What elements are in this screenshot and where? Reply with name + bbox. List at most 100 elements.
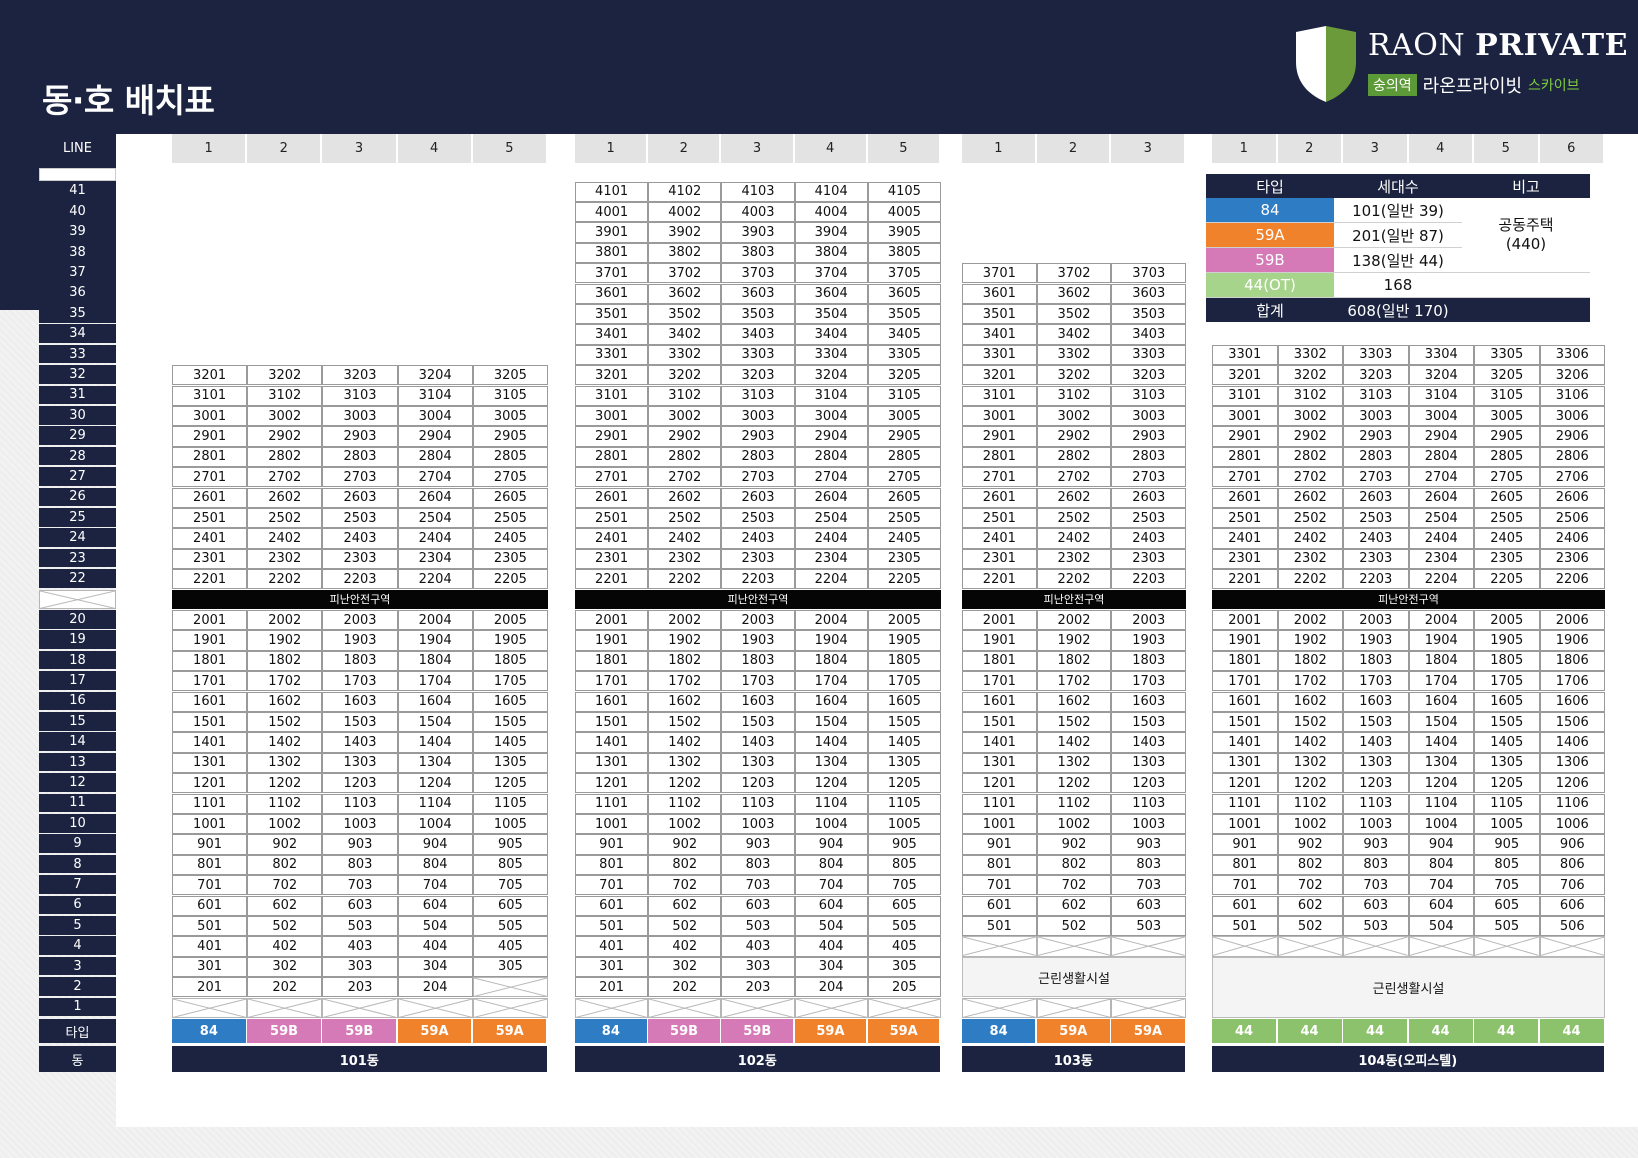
unit-cell: 603	[721, 895, 795, 916]
unit-cell: 3202	[648, 365, 722, 386]
unit-cell: 1304	[397, 752, 473, 774]
unit-cell: 305	[867, 956, 941, 978]
unit-cell: 1004	[794, 813, 868, 835]
floor-label: 18	[39, 650, 116, 670]
unit-cell: 1302	[1036, 752, 1112, 774]
unit-cell: 1301	[962, 752, 1037, 774]
unit-cell: 3701	[962, 263, 1037, 284]
unit-cell: 2205	[867, 569, 941, 590]
unit-cell: 4102	[648, 181, 722, 202]
unit-cell: 1803	[721, 650, 795, 672]
unit-cell: 2305	[472, 548, 548, 570]
unit-cell: 605	[1474, 895, 1540, 916]
unit-cell: 1301	[575, 752, 649, 774]
building-name: 104동(오피스텔)	[1212, 1046, 1604, 1072]
unit-cell: 3602	[648, 283, 722, 304]
unit-cell: 902	[247, 834, 323, 855]
unit-cell: 3005	[867, 405, 941, 427]
unit-cell: 2401	[962, 528, 1037, 549]
unit-cell: 2203	[1111, 569, 1187, 590]
unit-type-cell: 44	[1539, 1019, 1604, 1043]
unit-cell: 3001	[962, 405, 1037, 427]
unit-cell: 903	[322, 834, 398, 855]
summary-header-type: 타입	[1206, 174, 1334, 198]
unit-cell: 2801	[1212, 446, 1278, 468]
unit-cell: 2404	[397, 528, 473, 549]
summary-note-empty	[1462, 272, 1590, 298]
empty-unit-cell	[322, 997, 398, 1018]
unit-cell: 804	[397, 854, 473, 876]
unit-cell: 1501	[1212, 711, 1278, 733]
unit-cell: 1603	[721, 691, 795, 712]
unit-cell: 2604	[794, 487, 868, 508]
unit-cell: 2005	[1474, 609, 1540, 631]
unit-cell: 3103	[721, 385, 795, 406]
unit-cell: 2702	[247, 467, 323, 488]
unit-cell: 1005	[1474, 813, 1540, 835]
unit-cell: 2201	[1212, 569, 1278, 590]
floor-label: 24	[39, 528, 116, 548]
unit-cell: 1601	[1212, 691, 1278, 712]
unit-cell: 501	[962, 915, 1037, 937]
unit-cell: 4005	[867, 201, 941, 223]
unit-cell: 2404	[794, 528, 868, 549]
floor-label: 1	[39, 997, 116, 1017]
unit-cell: 2204	[1408, 569, 1474, 590]
unit-cell: 1303	[1111, 752, 1187, 774]
unit-cell: 1303	[1343, 752, 1409, 774]
summary-table: 타입 세대수 비고 84 101(일반 39) 공동주택 (440) 59A 20…	[1206, 174, 1590, 322]
line-number-header: 3	[322, 134, 396, 163]
unit-cell: 1401	[1212, 732, 1278, 753]
refuge-safety-zone: 피난안전구역	[575, 589, 941, 609]
unit-cell: 2802	[1277, 446, 1343, 468]
unit-cell: 3804	[794, 242, 868, 264]
unit-cell: 2302	[648, 548, 722, 570]
unit-cell: 1103	[1343, 793, 1409, 814]
unit-cell: 3003	[1343, 405, 1409, 427]
unit-cell: 906	[1539, 834, 1605, 855]
unit-cell: 3301	[575, 344, 649, 366]
unit-cell: 1101	[172, 793, 248, 814]
unit-cell: 405	[472, 936, 548, 957]
unit-cell: 3102	[247, 385, 323, 406]
unit-cell: 1804	[397, 650, 473, 672]
line-number-header: 6	[1539, 134, 1603, 163]
empty-unit-cell	[794, 997, 868, 1018]
unit-cell: 3802	[648, 242, 722, 264]
unit-cell: 605	[472, 895, 548, 916]
unit-cell: 1203	[721, 773, 795, 794]
unit-cell: 1504	[1408, 711, 1474, 733]
unit-cell: 1004	[397, 813, 473, 835]
unit-cell: 502	[1277, 915, 1343, 937]
floor-label: 37	[39, 263, 116, 282]
unit-cell: 3205	[1474, 365, 1540, 386]
unit-cell: 904	[794, 834, 868, 855]
unit-cell: 3702	[1036, 263, 1112, 284]
retail-facility-block: 근린생활시설	[962, 956, 1187, 998]
unit-cell: 602	[247, 895, 323, 916]
line-number-header: 4	[1408, 134, 1472, 163]
unit-type-cell: 84	[172, 1019, 246, 1043]
unit-cell: 3303	[1111, 344, 1187, 366]
unit-cell: 2206	[1539, 569, 1605, 590]
unit-cell: 1201	[172, 773, 248, 794]
floor-label-skipped	[39, 589, 116, 609]
unit-cell: 301	[575, 956, 649, 978]
unit-cell: 2405	[1474, 528, 1540, 549]
unit-cell: 1602	[1036, 691, 1112, 712]
unit-cell: 1804	[794, 650, 868, 672]
unit-cell: 2704	[1408, 467, 1474, 488]
unit-cell: 2702	[1277, 467, 1343, 488]
unit-cell: 2503	[1343, 507, 1409, 529]
unit-cell: 705	[472, 875, 548, 896]
line-number-header: 4	[397, 134, 471, 163]
unit-cell: 2004	[397, 609, 473, 631]
unit-cell: 3001	[1212, 405, 1278, 427]
unit-cell: 3803	[721, 242, 795, 264]
unit-cell: 2303	[322, 548, 398, 570]
unit-cell: 2002	[1036, 609, 1112, 631]
unit-cell: 3203	[1111, 365, 1187, 386]
unit-cell: 1402	[1036, 732, 1112, 753]
unit-cell: 805	[1474, 854, 1540, 876]
unit-cell: 1703	[1343, 671, 1409, 692]
